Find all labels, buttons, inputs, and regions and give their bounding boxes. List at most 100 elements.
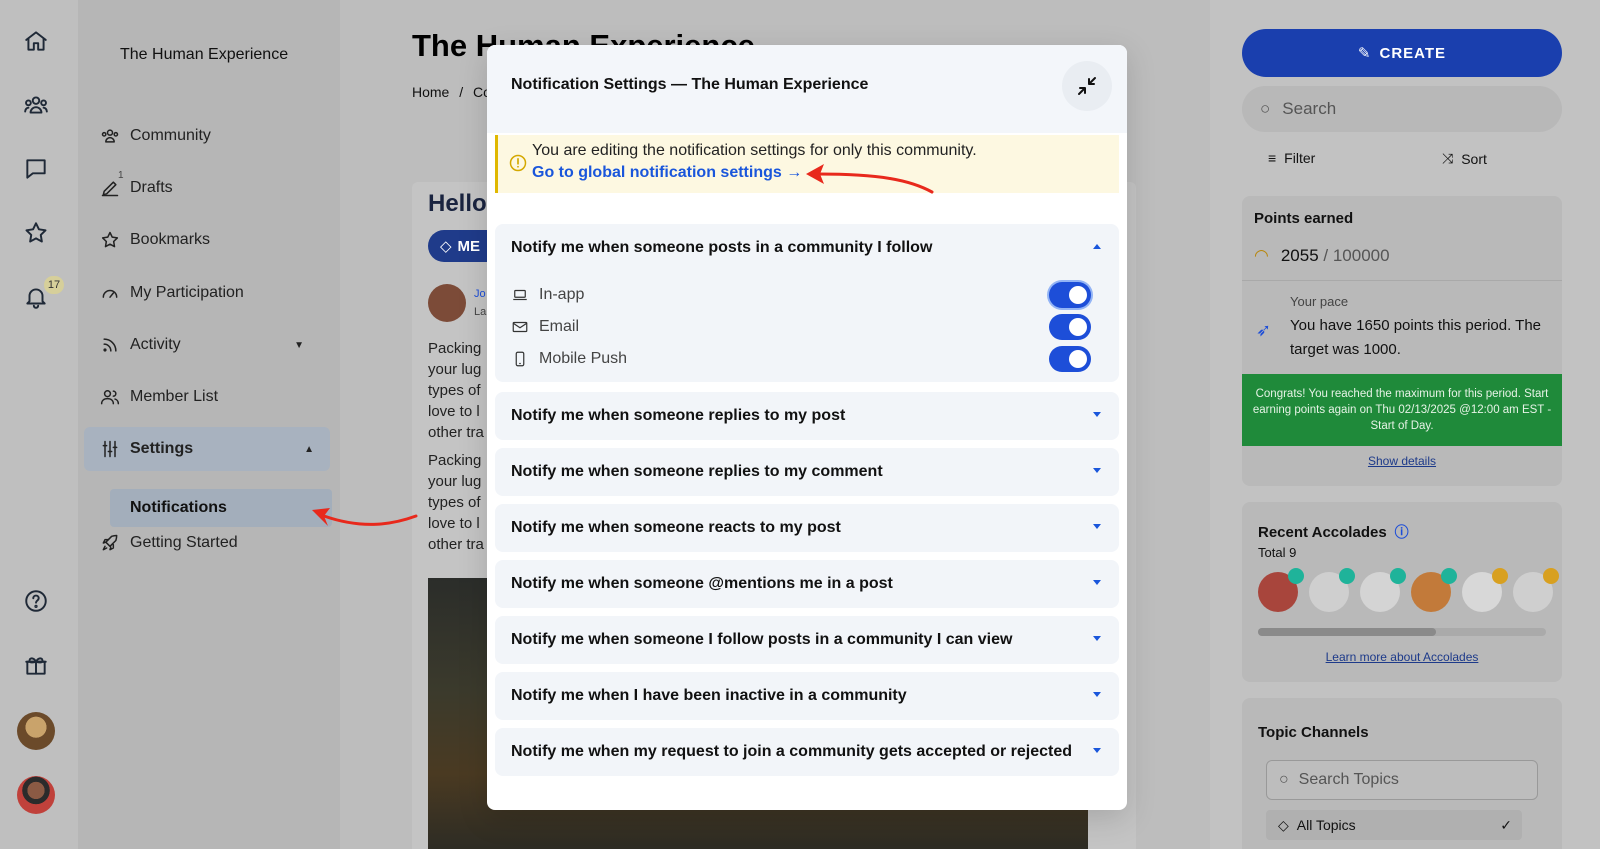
sidebar-item-getting-started[interactable]: Getting Started xyxy=(98,521,320,565)
chevron-down-icon[interactable] xyxy=(1093,580,1101,585)
topics-title: Topic Channels xyxy=(1258,724,1369,741)
post-title[interactable]: Hello xyxy=(428,190,487,218)
chevron-down-icon[interactable] xyxy=(1093,412,1101,417)
toggle-in-app[interactable] xyxy=(1049,282,1091,308)
section-header[interactable]: Notify me when I have been inactive in a… xyxy=(511,672,907,720)
channel-label: In-app xyxy=(539,286,585,303)
gem-badge-icon xyxy=(1288,568,1304,584)
sidebar-item-my-participation[interactable]: My Participation xyxy=(98,271,320,315)
collapse-button[interactable] xyxy=(1062,61,1112,111)
search-placeholder: Search xyxy=(1282,99,1337,118)
sidebar-item-settings[interactable]: Settings ▲ xyxy=(84,427,330,471)
chevron-down-icon[interactable] xyxy=(1093,636,1101,641)
topics-search-input[interactable]: ○ Search Topics xyxy=(1266,760,1538,800)
breadcrumb-home[interactable]: Home xyxy=(412,84,449,100)
post-line: other tra xyxy=(428,424,484,441)
notify-section-inactive[interactable]: Notify me when I have been inactive in a… xyxy=(495,672,1119,720)
gauge-icon xyxy=(102,289,118,298)
accolade-avatar[interactable] xyxy=(1258,568,1304,612)
post-line: types of xyxy=(428,382,481,399)
notify-section-followed-users[interactable]: Notify me when someone I follow posts in… xyxy=(495,616,1119,664)
gift-icon[interactable] xyxy=(20,649,52,681)
sidebar-item-drafts[interactable]: 1 Drafts xyxy=(98,166,320,210)
warning-icon xyxy=(509,154,527,172)
home-icon[interactable] xyxy=(20,25,52,57)
sidebar-item-community[interactable]: Community xyxy=(98,114,320,158)
sidebar-item-label: Settings xyxy=(130,440,194,457)
sidebar-item-label: Member List xyxy=(130,388,219,405)
chevron-down-icon[interactable] xyxy=(1093,748,1101,753)
accolade-avatar[interactable] xyxy=(1513,568,1559,612)
section-header[interactable]: Notify me when someone I follow posts in… xyxy=(511,616,1012,664)
author-name[interactable]: Jo xyxy=(474,288,486,300)
section-header[interactable]: Notify me when someone reacts to my post xyxy=(511,504,841,552)
section-header[interactable]: Notify me when my request to join a comm… xyxy=(511,728,1072,776)
learn-accolades-link[interactable]: Learn more about Accolades xyxy=(1242,650,1562,664)
accolades-scrollbar[interactable] xyxy=(1258,628,1546,636)
accolade-avatar[interactable] xyxy=(1462,568,1508,612)
post-tag-label: ME xyxy=(457,237,481,255)
star-icon[interactable] xyxy=(20,217,52,249)
notify-section-reactions[interactable]: Notify me when someone reacts to my post xyxy=(495,504,1119,552)
chevron-up-icon[interactable]: ▲ xyxy=(304,444,314,455)
accolade-avatar[interactable] xyxy=(1411,568,1457,612)
accolade-avatar[interactable] xyxy=(1360,568,1406,612)
chevron-down-icon[interactable] xyxy=(1093,692,1101,697)
channel-mobile-push: Mobile Push xyxy=(511,344,627,374)
sidebar-item-label: My Participation xyxy=(130,284,244,301)
community-sidebar: The Human Experience Community 1 Drafts … xyxy=(78,0,340,849)
section-header[interactable]: Notify me when someone posts in a commun… xyxy=(511,224,932,272)
user-avatar[interactable] xyxy=(17,776,55,814)
chat-icon[interactable] xyxy=(20,153,52,185)
congrats-banner: Congrats! You reached the maximum for th… xyxy=(1242,374,1562,446)
filter-button[interactable]: ≡ Filter xyxy=(1268,150,1315,166)
community-icon[interactable] xyxy=(20,89,52,121)
notify-section-post-replies[interactable]: Notify me when someone replies to my pos… xyxy=(495,392,1119,440)
notice-text: You are editing the notification setting… xyxy=(532,142,977,159)
trophy-badge-icon xyxy=(1492,568,1508,584)
notify-section-comment-replies[interactable]: Notify me when someone replies to my com… xyxy=(495,448,1119,496)
topic-all[interactable]: ◇ All Topics ✓ xyxy=(1266,810,1522,840)
gem-badge-icon xyxy=(1390,568,1406,584)
sidebar-item-label: Getting Started xyxy=(130,534,238,551)
help-icon[interactable] xyxy=(20,585,52,617)
search-icon: ○ xyxy=(1260,99,1271,118)
filter-label: Filter xyxy=(1284,150,1316,166)
create-button[interactable]: ✎ CREATE xyxy=(1242,29,1562,77)
gem-badge-icon xyxy=(1339,568,1355,584)
post-line: Packing xyxy=(428,340,482,357)
chevron-down-icon[interactable] xyxy=(1093,524,1101,529)
sort-button[interactable]: ⤨ Sort xyxy=(1442,150,1487,167)
community-title: The Human Experience xyxy=(120,46,289,63)
show-details-link[interactable]: Show details xyxy=(1242,454,1562,468)
toggle-mobile-push[interactable] xyxy=(1049,346,1091,372)
section-header[interactable]: Notify me when someone replies to my pos… xyxy=(511,392,845,440)
sort-label: Sort xyxy=(1461,150,1487,167)
scrollbar-thumb[interactable] xyxy=(1258,628,1436,636)
search-input[interactable]: ○ Search xyxy=(1242,86,1562,132)
sidebar-item-member-list[interactable]: Member List xyxy=(98,375,320,419)
global-settings-link[interactable]: Go to global notification settings → xyxy=(532,164,802,182)
icon-rail: 17 xyxy=(0,0,78,849)
author-avatar[interactable] xyxy=(428,284,466,322)
points-earned: 2055 xyxy=(1280,246,1319,265)
sidebar-item-label: Community xyxy=(130,127,211,144)
section-header[interactable]: Notify me when someone replies to my com… xyxy=(511,448,883,496)
section-header[interactable]: Notify me when someone @mentions me in a… xyxy=(511,560,893,608)
chevron-down-icon[interactable] xyxy=(1093,468,1101,473)
toggle-email[interactable] xyxy=(1049,314,1091,340)
chevron-down-icon[interactable]: ▼ xyxy=(294,340,304,351)
rocket-icon: ➶ xyxy=(1256,320,1272,340)
sidebar-item-activity[interactable]: Activity ▼ xyxy=(98,323,320,367)
breadcrumb-separator: / xyxy=(459,84,464,100)
community-avatar[interactable] xyxy=(17,712,55,750)
info-icon[interactable]: ⓘ xyxy=(1395,522,1409,542)
notify-section-join-request[interactable]: Notify me when my request to join a comm… xyxy=(495,728,1119,776)
pencil-icon xyxy=(101,181,119,197)
post-line: your lug xyxy=(428,361,482,378)
accolades-panel: Recent Accolades ⓘ Total 9 Learn more ab… xyxy=(1242,502,1562,682)
accolade-avatar[interactable] xyxy=(1309,568,1355,612)
notify-section-mentions[interactable]: Notify me when someone @mentions me in a… xyxy=(495,560,1119,608)
sidebar-item-bookmarks[interactable]: Bookmarks xyxy=(98,218,320,262)
chevron-up-icon[interactable] xyxy=(1093,244,1101,249)
